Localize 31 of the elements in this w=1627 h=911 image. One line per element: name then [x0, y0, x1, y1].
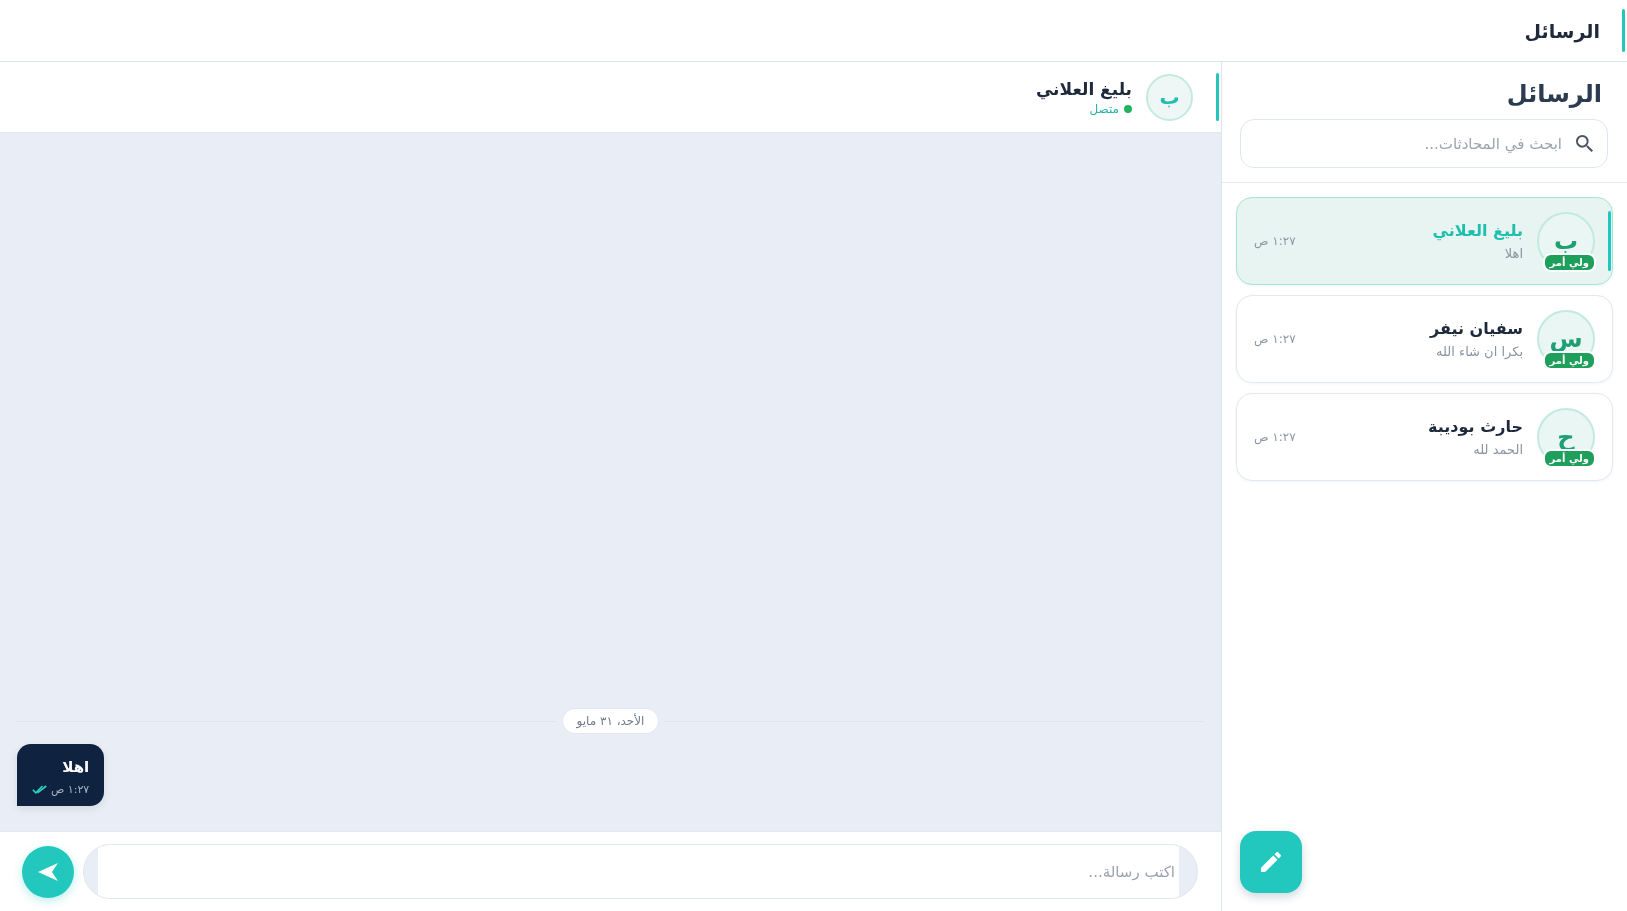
contact-name: بليغ العلاني: [1432, 221, 1523, 240]
message-time: ١:٢٧ ص: [1254, 430, 1296, 444]
page-title: الرسائل: [1524, 19, 1600, 42]
role-tag: ولي أمر: [1542, 253, 1596, 272]
message-input[interactable]: اكتب رسالة...: [83, 844, 1198, 899]
message-text: اهلا: [62, 758, 90, 776]
sidebar-title: الرسائل: [1505, 79, 1602, 110]
compose-button[interactable]: [1240, 831, 1302, 893]
avatar-initial: ب: [1146, 73, 1193, 121]
message-preview: الحمد لله: [1473, 442, 1523, 457]
message-preview: بكرا ان شاء الله: [1436, 344, 1523, 359]
message-preview: اهلا: [1504, 246, 1523, 261]
accent-bar: [1622, 9, 1625, 52]
pencil-icon: [1261, 852, 1281, 872]
contact-name: بليغ العلاني: [1035, 78, 1132, 99]
search-icon: [1576, 135, 1593, 152]
send-button[interactable]: [22, 845, 74, 898]
role-tag: ولي أمر: [1542, 351, 1596, 370]
message-time: ١:٢٧ ص: [51, 783, 90, 796]
accent-bar: [1216, 73, 1219, 121]
send-icon: [38, 862, 58, 881]
role-tag: ولي أمر: [1542, 449, 1596, 468]
contact-status: متصل: [1089, 101, 1119, 116]
contact-name: سفيان نيفر: [1429, 319, 1523, 338]
date-separator: الأحد، ٣١ مايو: [561, 708, 660, 734]
message-time: ١:٢٧ ص: [1254, 234, 1296, 248]
message-time: ١:٢٧ ص: [1254, 332, 1296, 346]
contact-name: حارث بوديبة: [1428, 417, 1523, 436]
search-field[interactable]: ابحث في المحادثات...: [1240, 119, 1608, 168]
conversation-item[interactable]: س ولي أمر سفيان نيفر بكرا ان شاء الله ١:٢٧ ص: [1236, 295, 1613, 383]
selection-indicator: [1608, 211, 1611, 271]
